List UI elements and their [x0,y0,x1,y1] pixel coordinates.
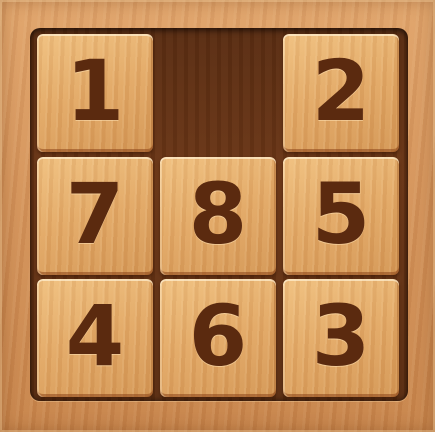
tile-7[interactable]: 7 [37,157,153,275]
tile-6[interactable]: 6 [160,279,276,397]
tile-2[interactable]: 2 [283,34,399,152]
tile-number: 5 [311,165,371,263]
tile-5[interactable]: 5 [283,157,399,275]
tile-1[interactable]: 1 [37,34,153,152]
tile-number: 4 [65,287,125,385]
puzzle-board: 1 2 7 8 5 4 6 3 [30,28,408,401]
tile-number: 3 [311,287,371,385]
tile-number: 8 [188,165,248,263]
tile-number: 6 [188,287,248,385]
tile-number: 7 [65,165,125,263]
tile-number: 2 [311,42,371,140]
wooden-frame: 1 2 7 8 5 4 6 3 [0,0,435,432]
tile-number: 1 [65,42,125,140]
tile-3[interactable]: 3 [283,279,399,397]
tile-4[interactable]: 4 [37,279,153,397]
tile-8[interactable]: 8 [160,157,276,275]
